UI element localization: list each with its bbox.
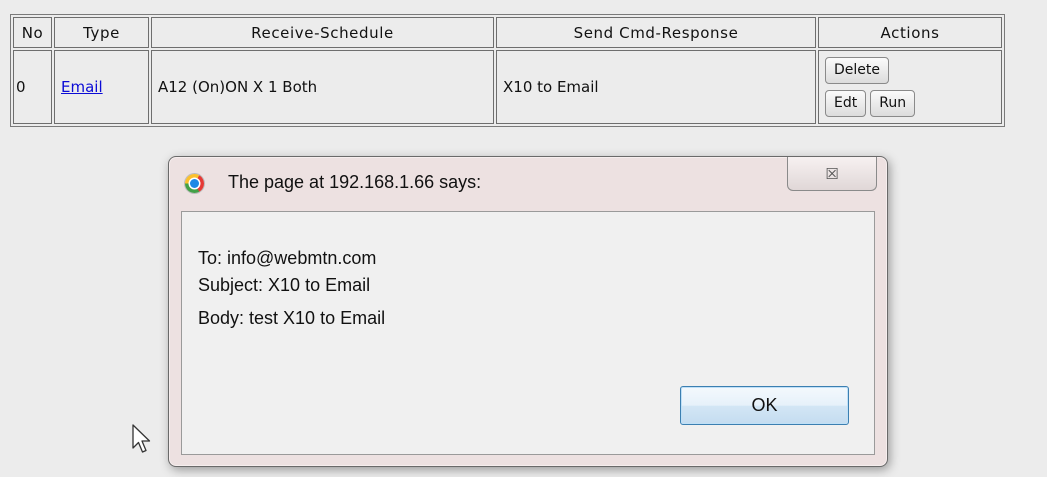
cell-receive-schedule: A12 (On)ON X 1 Both [151,50,494,124]
close-icon: ☒ [825,164,839,183]
rules-table: No Type Receive-Schedule Send Cmd-Respon… [10,14,1005,127]
ok-button[interactable]: OK [680,386,849,425]
type-email-link[interactable]: Email [61,78,103,96]
message-to: To: info@webmtn.com [198,248,377,268]
message-body: Body: test X10 to Email [198,308,386,328]
header-receive-schedule: Receive-Schedule [151,17,494,48]
cell-no: 0 [13,50,52,124]
cell-send-cmd-response: X10 to Email [496,50,816,124]
dialog-message: To: info@webmtn.com Subject: X10 to Emai… [198,245,385,332]
cell-actions: Delete Edt Run [818,50,1002,124]
run-button[interactable]: Run [870,90,916,117]
alert-dialog: The page at 192.168.1.66 says: ☒ To: inf… [168,156,888,467]
header-no: No [13,17,52,48]
header-actions: Actions [818,17,1002,48]
chrome-icon [185,174,204,193]
delete-button[interactable]: Delete [825,57,889,84]
header-send-cmd-response: Send Cmd-Response [496,17,816,48]
edit-button[interactable]: Edt [825,90,867,117]
dialog-title: The page at 192.168.1.66 says: [228,172,482,192]
table-header-row: No Type Receive-Schedule Send Cmd-Respon… [13,17,1002,48]
close-button[interactable]: ☒ [787,157,877,191]
header-type: Type [54,17,149,48]
cell-type: Email [54,50,149,124]
table-row: 0 Email A12 (On)ON X 1 Both X10 to Email… [13,50,1002,124]
dialog-titlebar[interactable]: The page at 192.168.1.66 says: ☒ [169,157,887,209]
mouse-pointer-icon [132,424,151,453]
message-subject: Subject: X10 to Email [198,275,371,295]
dialog-body: To: info@webmtn.com Subject: X10 to Emai… [181,211,875,455]
